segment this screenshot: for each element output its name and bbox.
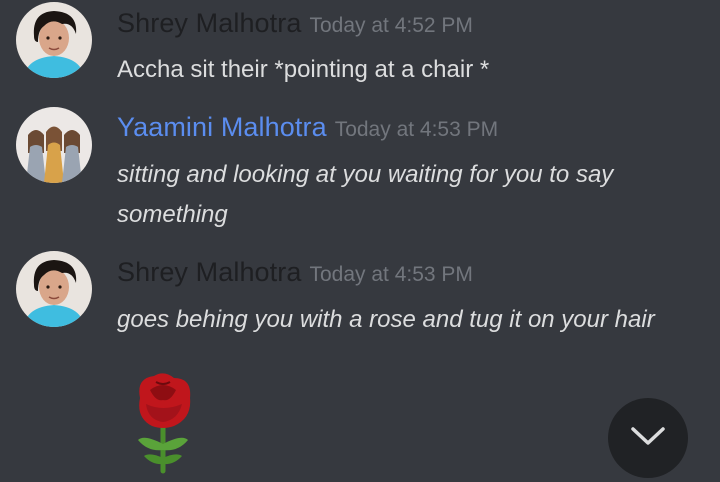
author-name[interactable]: Shrey Malhotra (117, 8, 301, 38)
author-name[interactable]: Yaamini Malhotra (117, 112, 327, 142)
rose-emoji[interactable] (130, 372, 198, 474)
message-timestamp: Today at 4:52 PM (309, 14, 473, 37)
avatar-shrey[interactable] (16, 251, 92, 327)
message-content: Accha sit their *pointing at a chair * (117, 56, 490, 83)
chevron-down-icon (629, 424, 667, 453)
message-content: sitting and looking at you waiting for y… (117, 161, 614, 228)
message-timestamp: Today at 4:53 PM (334, 118, 499, 141)
message-content: goes behing you with a rose and tug it o… (117, 306, 655, 333)
avatar-yaamini[interactable] (16, 107, 92, 183)
avatar-shrey[interactable] (16, 2, 92, 78)
author-name[interactable]: Shrey Malhotra (117, 257, 301, 287)
message-timestamp: Today at 4:53 PM (309, 263, 473, 286)
scroll-to-bottom-button[interactable] (608, 398, 688, 478)
